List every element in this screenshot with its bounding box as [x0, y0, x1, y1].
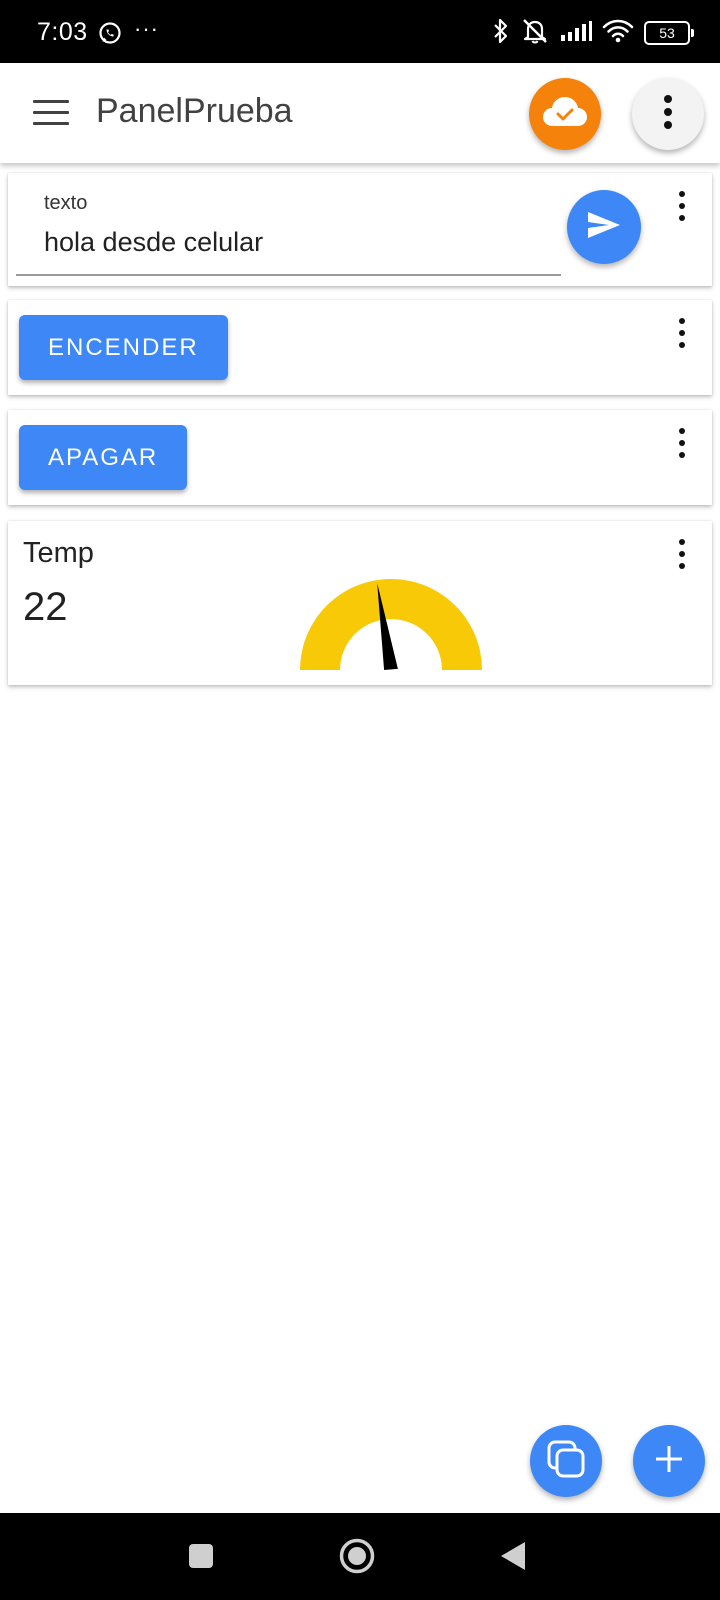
send-icon — [587, 211, 621, 244]
card-menu-icon[interactable] — [676, 539, 688, 569]
wifi-icon — [602, 19, 634, 48]
send-button[interactable] — [567, 190, 641, 264]
button-on-card: ENCENDER — [8, 300, 712, 395]
app-bar: PanelPrueba — [0, 63, 720, 163]
temperature-gauge — [300, 579, 482, 670]
card-menu-icon[interactable] — [676, 191, 688, 221]
button-off-card: APAGAR — [8, 410, 712, 505]
more-vert-icon — [663, 94, 673, 135]
mute-icon — [520, 17, 550, 50]
gauge-label: Temp — [23, 537, 94, 569]
menu-icon[interactable] — [33, 100, 69, 126]
card-menu-icon[interactable] — [676, 318, 688, 348]
duplicate-fab[interactable] — [530, 1425, 602, 1497]
cloud-sync-button[interactable] — [529, 78, 601, 150]
battery-level: 53 — [659, 25, 675, 41]
card-menu-icon[interactable] — [676, 428, 688, 458]
gauge-card: Temp 22 — [8, 521, 712, 685]
back-icon[interactable] — [500, 1541, 526, 1576]
app-title: PanelPrueba — [96, 92, 293, 130]
recents-icon[interactable] — [188, 1543, 214, 1574]
more-options-button[interactable] — [632, 78, 704, 150]
copy-icon — [546, 1439, 586, 1484]
cloud-check-icon — [542, 95, 588, 134]
signal-icon — [560, 20, 592, 47]
status-time: 7:03 — [37, 18, 88, 46]
status-bar: 7:03 ··· 53 — [0, 0, 720, 63]
text-field-underline — [16, 274, 561, 276]
text-field-label: texto — [44, 192, 88, 214]
navigation-bar — [0, 1513, 720, 1600]
add-icon — [654, 1444, 684, 1479]
add-fab[interactable] — [633, 1425, 705, 1497]
apagar-button[interactable]: APAGAR — [19, 425, 188, 490]
home-icon[interactable] — [339, 1538, 375, 1579]
whatsapp-icon — [98, 21, 122, 50]
battery-icon: 53 — [644, 21, 694, 45]
gauge-value: 22 — [23, 585, 68, 629]
bluetooth-icon — [492, 18, 510, 49]
text-field-input[interactable]: hola desde celular — [44, 227, 263, 258]
status-more-dots: ··· — [134, 16, 159, 41]
encender-button[interactable]: ENCENDER — [19, 315, 228, 380]
text-widget-card: texto hola desde celular — [8, 173, 712, 286]
